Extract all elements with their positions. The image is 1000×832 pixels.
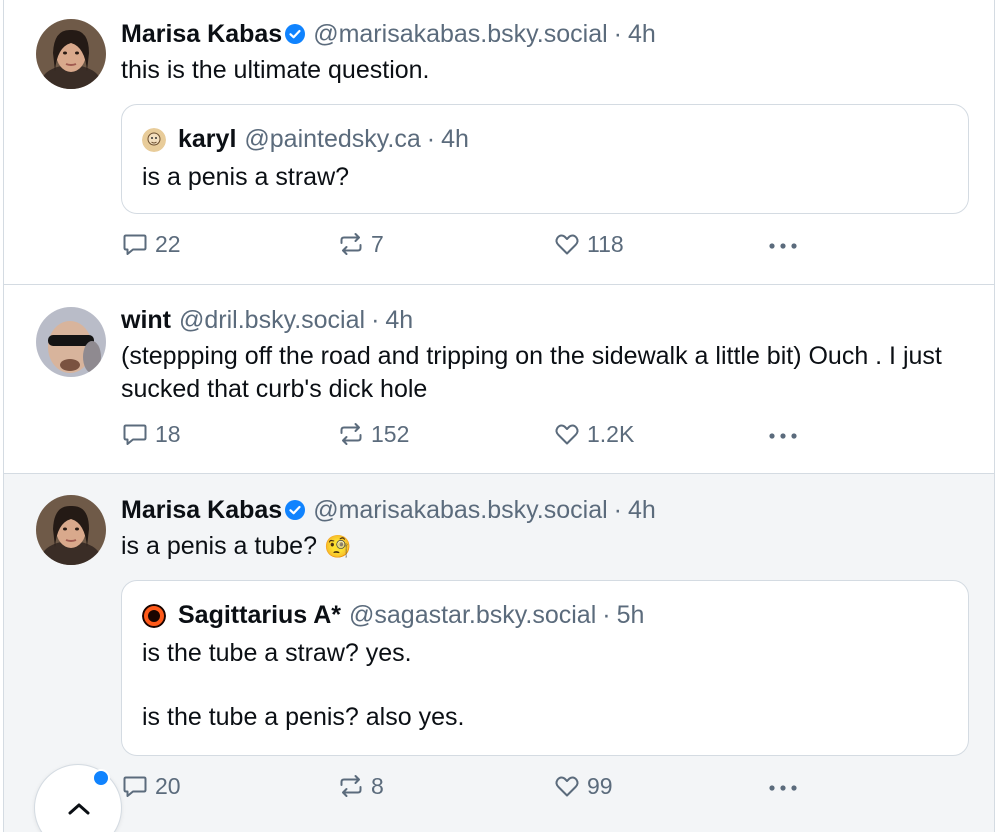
author-name[interactable]: Marisa Kabas xyxy=(121,495,282,525)
author-handle[interactable]: @marisakabas.bsky.social xyxy=(313,19,607,49)
author-handle[interactable]: @dril.bsky.social xyxy=(179,305,365,335)
quote-timestamp[interactable]: 4h xyxy=(441,125,469,154)
like-button[interactable]: 1.2K xyxy=(553,420,634,448)
like-icon xyxy=(555,234,579,255)
like-button[interactable]: 99 xyxy=(553,772,613,800)
author-handle[interactable]: @marisakabas.bsky.social xyxy=(313,495,607,525)
like-count: 1.2K xyxy=(587,420,635,447)
quote-text: is a penis a straw? xyxy=(142,163,350,191)
like-icon xyxy=(555,776,579,797)
avatar[interactable] xyxy=(36,307,106,377)
reply-count: 22 xyxy=(155,230,181,257)
post-text: is a penis a tube? 🧐 xyxy=(121,530,970,563)
repost-count: 8 xyxy=(371,772,384,799)
timestamp[interactable]: 4h xyxy=(628,495,656,525)
post-actions: 18 152 1.2K xyxy=(121,420,821,450)
separator: · xyxy=(371,306,380,334)
quote-avatar xyxy=(142,127,166,152)
quote-author-name[interactable]: karyl xyxy=(178,125,236,154)
quote-card[interactable]: Sagittarius A* @sagastar.bsky.social · 5… xyxy=(121,580,969,756)
more-options-button[interactable] xyxy=(767,774,799,807)
post-actions: 20 8 99 xyxy=(121,772,821,802)
reply-button[interactable]: 22 xyxy=(121,230,181,258)
author-name[interactable]: Marisa Kabas xyxy=(121,19,282,49)
quote-header: karyl @paintedsky.ca · 4h xyxy=(142,125,469,154)
reply-icon xyxy=(123,776,147,797)
more-icon xyxy=(769,243,797,249)
new-posts-indicator xyxy=(92,769,110,787)
separator: · xyxy=(602,601,611,629)
post-text: (steppping off the road and tripping on … xyxy=(121,342,942,403)
quote-timestamp[interactable]: 5h xyxy=(617,601,645,630)
quote-header: Sagittarius A* @sagastar.bsky.social · 5… xyxy=(142,601,644,630)
quote-card[interactable]: karyl @paintedsky.ca · 4h is a penis a s… xyxy=(121,104,969,214)
post-header: Marisa Kabas @marisakabas.bsky.social · … xyxy=(121,495,970,525)
post-text: this is the ultimate question. xyxy=(121,56,430,84)
repost-button[interactable]: 7 xyxy=(337,230,384,258)
post[interactable]: Marisa Kabas @marisakabas.bsky.social · … xyxy=(4,474,994,832)
quote-text-line: is the tube a straw? yes. xyxy=(142,639,412,667)
repost-icon xyxy=(340,423,362,445)
repost-icon xyxy=(340,233,362,255)
like-count: 118 xyxy=(587,230,624,257)
reply-count: 20 xyxy=(155,772,181,799)
quote-avatar xyxy=(142,603,166,628)
feed: Marisa Kabas @marisakabas.bsky.social · … xyxy=(3,0,995,832)
more-icon xyxy=(769,433,797,439)
post-text-body: is a penis a tube? xyxy=(121,532,317,560)
monocle-face-emoji: 🧐 xyxy=(323,534,352,559)
separator: · xyxy=(613,20,622,48)
post-content: Marisa Kabas @marisakabas.bsky.social · … xyxy=(121,495,970,563)
chevron-up-icon xyxy=(68,803,90,815)
avatar[interactable] xyxy=(36,19,106,89)
like-count: 99 xyxy=(587,772,613,799)
repost-icon xyxy=(340,775,362,797)
reply-button[interactable]: 18 xyxy=(121,420,181,448)
quote-author-handle[interactable]: @paintedsky.ca xyxy=(244,125,420,154)
post[interactable]: wint @dril.bsky.social · 4h (steppping o… xyxy=(4,285,994,474)
repost-button[interactable]: 8 xyxy=(337,772,384,800)
repost-count: 7 xyxy=(371,230,384,257)
post-header: Marisa Kabas @marisakabas.bsky.social · … xyxy=(121,19,970,49)
timestamp[interactable]: 4h xyxy=(628,19,656,49)
post-content: wint @dril.bsky.social · 4h (steppping o… xyxy=(121,305,970,406)
more-options-button[interactable] xyxy=(767,422,799,455)
reply-icon xyxy=(123,234,147,255)
repost-count: 152 xyxy=(371,420,410,447)
post-actions: 22 7 118 xyxy=(121,230,821,260)
separator: · xyxy=(613,496,622,524)
avatar[interactable] xyxy=(36,495,106,565)
more-options-button[interactable] xyxy=(767,232,799,265)
quote-author-name[interactable]: Sagittarius A* xyxy=(178,601,341,630)
reply-button[interactable]: 20 xyxy=(121,772,181,800)
quote-author-handle[interactable]: @sagastar.bsky.social xyxy=(349,601,596,630)
quote-text-line: is the tube a penis? also yes. xyxy=(142,703,465,731)
verified-badge-icon xyxy=(285,497,306,520)
like-icon xyxy=(555,424,579,445)
timestamp[interactable]: 4h xyxy=(385,305,413,335)
like-button[interactable]: 118 xyxy=(553,230,624,258)
separator: · xyxy=(426,125,436,153)
post-header: wint @dril.bsky.social · 4h xyxy=(121,305,970,335)
more-icon xyxy=(769,785,797,791)
verified-badge-icon xyxy=(285,21,306,44)
reply-count: 18 xyxy=(155,420,181,447)
reply-icon xyxy=(123,424,147,445)
post-content: Marisa Kabas @marisakabas.bsky.social · … xyxy=(121,19,970,87)
author-name[interactable]: wint xyxy=(121,305,171,335)
post[interactable]: Marisa Kabas @marisakabas.bsky.social · … xyxy=(4,0,994,285)
repost-button[interactable]: 152 xyxy=(337,420,409,448)
